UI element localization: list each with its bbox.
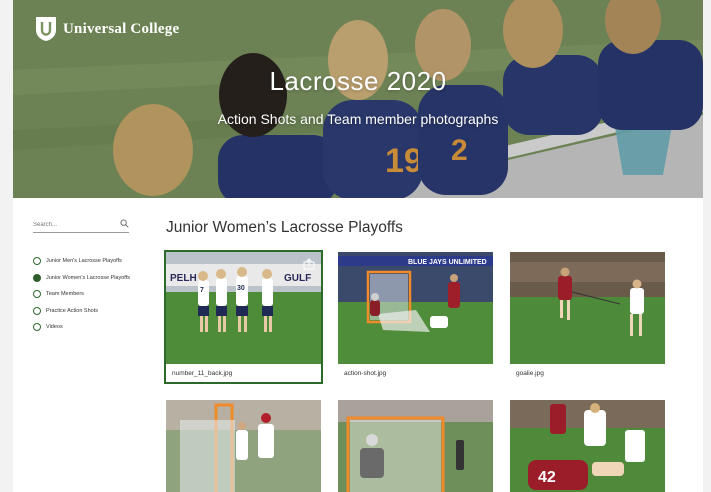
photo-thumbnail[interactable]: PELH GULF 7 30	[166, 252, 321, 364]
radio-button[interactable]	[33, 257, 41, 266]
photo-filename: action-shot.jpg	[344, 370, 387, 377]
photo-image: BLUE JAYS UNLIMITED	[338, 252, 493, 364]
svg-text:42: 42	[538, 469, 556, 486]
photo-filename: number_11_back.jpg	[172, 370, 233, 377]
photo-filename: goalie.jpg	[516, 370, 544, 377]
gallery-title: Junior Women’s Lacrosse Playoffs	[166, 219, 403, 236]
search-input[interactable]	[33, 214, 113, 228]
hero-title: Lacrosse 2020	[269, 66, 447, 96]
search-icon[interactable]	[120, 219, 129, 228]
shield-logo-icon	[36, 17, 56, 41]
radio-button[interactable]	[33, 290, 41, 299]
photo-thumbnail[interactable]	[338, 400, 493, 492]
photo-card[interactable]: BLUE JAYS UNLIMITED action-shot.jpg	[338, 252, 493, 382]
filter-junior-mens-playoffs[interactable]: Junior Men's Lacrosse Playoffs	[33, 253, 143, 270]
svg-text:PELH: PELH	[170, 273, 197, 284]
radio-button[interactable]	[33, 323, 41, 332]
filter-videos[interactable]: Videos	[33, 319, 143, 336]
hero-banner: 19 2 Universal College Lacrosse 2020 Act…	[13, 0, 703, 198]
photo-card[interactable]	[166, 400, 321, 492]
search-box	[33, 213, 129, 233]
filter-label: Junior Women's Lacrosse Playoffs	[46, 274, 130, 281]
photo-image	[166, 400, 321, 492]
photo-image	[510, 252, 665, 364]
filter-label: Junior Men's Lacrosse Playoffs	[46, 258, 122, 265]
radio-button-selected[interactable]	[33, 273, 41, 282]
photo-thumbnail[interactable]: 42	[510, 400, 665, 492]
brand-name: Universal College	[63, 20, 180, 37]
photo-thumbnail[interactable]	[510, 252, 665, 364]
hero-subtitle: Action Shots and Team member photographs	[217, 111, 499, 127]
svg-text:30: 30	[237, 285, 245, 292]
photo-card[interactable]: 42	[510, 400, 665, 492]
photo-card[interactable]	[338, 400, 493, 492]
share-icon[interactable]	[303, 258, 315, 270]
filter-junior-womens-playoffs[interactable]: Junior Women's Lacrosse Playoffs	[33, 270, 143, 287]
filter-practice-action-shots[interactable]: Practice Action Shots	[33, 303, 143, 320]
brand[interactable]: Universal College	[35, 16, 179, 42]
radio-button[interactable]	[33, 306, 41, 315]
app-frame: 19 2 Universal College Lacrosse 2020 Act…	[13, 0, 703, 492]
photo-image: PELH GULF 7 30	[166, 252, 321, 364]
filter-label: Videos	[46, 324, 63, 331]
photo-thumbnail[interactable]	[166, 400, 321, 492]
filter-label: Team Members	[46, 291, 84, 298]
svg-text:GULF: GULF	[284, 273, 311, 284]
svg-text:7: 7	[200, 287, 204, 294]
svg-text:BLUE JAYS UNLIMITED: BLUE JAYS UNLIMITED	[408, 259, 487, 266]
photo-card-selected[interactable]: PELH GULF 7 30 number_11_back.jpg	[164, 250, 323, 384]
filter-label: Practice Action Shots	[46, 307, 98, 314]
photo-card[interactable]: goalie.jpg	[510, 252, 665, 382]
photo-thumbnail[interactable]: BLUE JAYS UNLIMITED	[338, 252, 493, 364]
album-filter-list: Junior Men's Lacrosse Playoffs Junior Wo…	[33, 253, 143, 336]
filter-sidebar: Junior Men's Lacrosse Playoffs Junior Wo…	[33, 213, 143, 336]
filter-team-members[interactable]: Team Members	[33, 286, 143, 303]
photo-image: 42	[510, 400, 665, 492]
photo-image	[338, 400, 493, 492]
